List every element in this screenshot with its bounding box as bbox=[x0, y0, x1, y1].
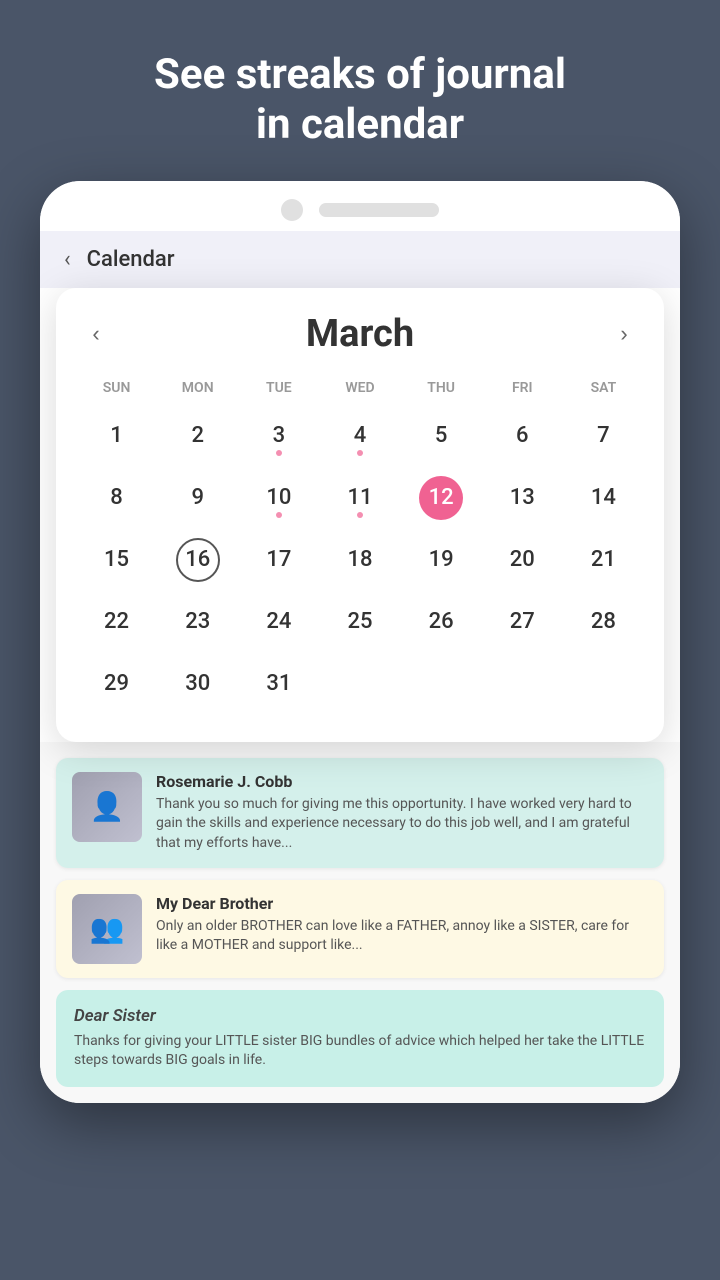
day-cell-11[interactable]: 11 bbox=[319, 470, 400, 526]
day-cell-10[interactable]: 10 bbox=[238, 470, 319, 526]
journal-content-2: My Dear Brother Only an older BROTHER ca… bbox=[156, 894, 648, 964]
day-cell-8[interactable]: 8 bbox=[76, 470, 157, 526]
phone-speaker bbox=[319, 203, 439, 217]
day-cell-17[interactable]: 17 bbox=[238, 532, 319, 588]
calendar-grid: SUNMONTUEWEDTHUFRISAT 123456789101112131… bbox=[76, 376, 644, 712]
day-dot-11 bbox=[357, 512, 363, 518]
day-cell-19[interactable]: 19 bbox=[401, 532, 482, 588]
day-header-wed: WED bbox=[319, 376, 400, 400]
journal-card-2[interactable]: 👥 My Dear Brother Only an older BROTHER … bbox=[56, 880, 664, 978]
day-cell-23[interactable]: 23 bbox=[157, 594, 238, 650]
day-cell-7[interactable]: 7 bbox=[563, 408, 644, 464]
day-cell-4[interactable]: 4 bbox=[319, 408, 400, 464]
journal-author-2: My Dear Brother bbox=[156, 894, 648, 913]
day-cell-26[interactable]: 26 bbox=[401, 594, 482, 650]
day-cell-31[interactable]: 31 bbox=[238, 656, 319, 712]
next-month-button[interactable]: › bbox=[604, 314, 644, 354]
day-cell-15[interactable]: 15 bbox=[76, 532, 157, 588]
single-journal-card[interactable]: Dear Sister Thanks for giving your LITTL… bbox=[56, 990, 664, 1087]
day-cell-5[interactable]: 5 bbox=[401, 408, 482, 464]
day-cell-20[interactable]: 20 bbox=[482, 532, 563, 588]
journal-avatar-1: 👤 bbox=[72, 772, 142, 842]
day-cell-6[interactable]: 6 bbox=[482, 408, 563, 464]
phone-top-bar bbox=[40, 181, 680, 231]
single-journal-title: Dear Sister bbox=[74, 1006, 646, 1026]
journal-text-2: Only an older BROTHER can love like a FA… bbox=[156, 917, 648, 956]
day-cell-1[interactable]: 1 bbox=[76, 408, 157, 464]
prev-month-button[interactable]: ‹ bbox=[76, 314, 116, 354]
app-header: ‹ Calendar bbox=[40, 231, 680, 288]
day-header-fri: FRI bbox=[482, 376, 563, 400]
day-cell-30[interactable]: 30 bbox=[157, 656, 238, 712]
day-cell-25[interactable]: 25 bbox=[319, 594, 400, 650]
day-cell-3[interactable]: 3 bbox=[238, 408, 319, 464]
day-cell-28[interactable]: 28 bbox=[563, 594, 644, 650]
day-cell-12[interactable]: 12 bbox=[401, 470, 482, 526]
day-cell-2[interactable]: 2 bbox=[157, 408, 238, 464]
phone-frame: ‹ Calendar ‹ March › SUNMONTUEWEDTHUFRIS… bbox=[40, 181, 680, 1103]
day-cell-14[interactable]: 14 bbox=[563, 470, 644, 526]
page-title: See streaks of journal in calendar bbox=[60, 50, 660, 151]
journal-card-1[interactable]: 👤 Rosemarie J. Cobb Thank you so much fo… bbox=[56, 758, 664, 868]
back-button[interactable]: ‹ bbox=[64, 247, 71, 272]
app-header-title: Calendar bbox=[87, 247, 175, 272]
day-header-sun: SUN bbox=[76, 376, 157, 400]
day-dot-3 bbox=[276, 450, 282, 456]
header-section: See streaks of journal in calendar bbox=[0, 0, 720, 181]
day-cell-13[interactable]: 13 bbox=[482, 470, 563, 526]
day-headers-row: SUNMONTUEWEDTHUFRISAT bbox=[76, 376, 644, 400]
day-header-sat: SAT bbox=[563, 376, 644, 400]
day-dot-4 bbox=[357, 450, 363, 456]
day-cell-18[interactable]: 18 bbox=[319, 532, 400, 588]
day-cell-21[interactable]: 21 bbox=[563, 532, 644, 588]
day-cell-29[interactable]: 29 bbox=[76, 656, 157, 712]
day-cell-24[interactable]: 24 bbox=[238, 594, 319, 650]
day-header-mon: MON bbox=[157, 376, 238, 400]
single-journal-text: Thanks for giving your LITTLE sister BIG… bbox=[74, 1032, 646, 1071]
day-cell-16[interactable]: 16 bbox=[157, 532, 238, 588]
day-header-tue: TUE bbox=[238, 376, 319, 400]
journal-author-1: Rosemarie J. Cobb bbox=[156, 772, 648, 791]
day-cell-9[interactable]: 9 bbox=[157, 470, 238, 526]
calendar-nav: ‹ March › bbox=[76, 312, 644, 356]
days-grid: 1234567891011121314151617181920212223242… bbox=[76, 408, 644, 712]
day-cell-22[interactable]: 22 bbox=[76, 594, 157, 650]
phone-camera-icon bbox=[281, 199, 303, 221]
day-cell-27[interactable]: 27 bbox=[482, 594, 563, 650]
journal-text-1: Thank you so much for giving me this opp… bbox=[156, 795, 648, 854]
day-dot-10 bbox=[276, 512, 282, 518]
calendar-overlay: ‹ March › SUNMONTUEWEDTHUFRISAT 12345678… bbox=[56, 288, 664, 742]
day-header-thu: THU bbox=[401, 376, 482, 400]
month-title: March bbox=[306, 312, 414, 356]
journal-avatar-2: 👥 bbox=[72, 894, 142, 964]
journal-content-1: Rosemarie J. Cobb Thank you so much for … bbox=[156, 772, 648, 854]
journal-entries-section: 👤 Rosemarie J. Cobb Thank you so much fo… bbox=[40, 742, 680, 1103]
